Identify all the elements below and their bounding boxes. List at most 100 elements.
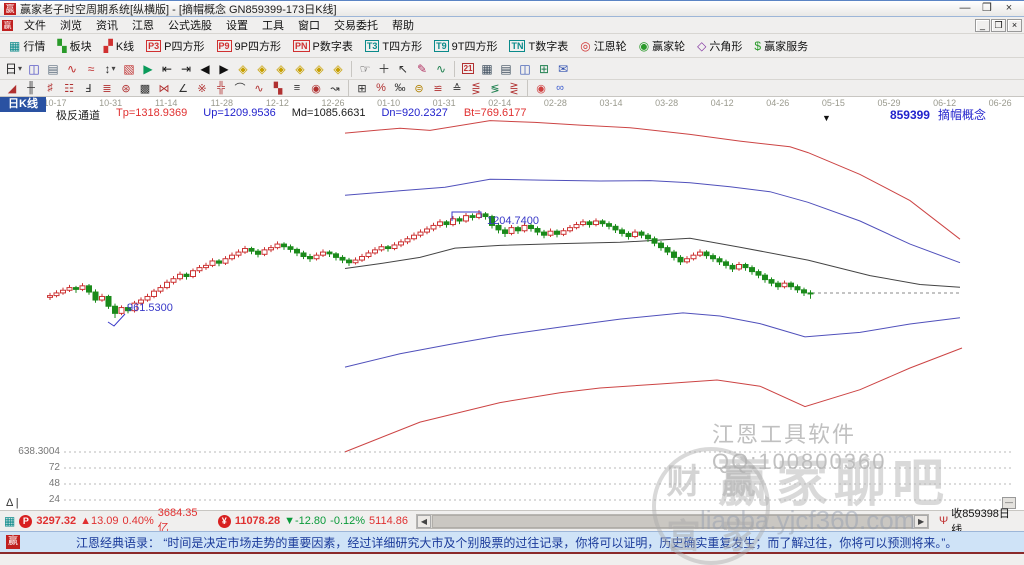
approx-icon[interactable]: ≌ — [429, 81, 447, 95]
estimate-icon[interactable]: ≙ — [448, 81, 466, 95]
menu-公式选股[interactable]: 公式选股 — [161, 16, 219, 34]
notes-icon[interactable]: ▤ — [497, 60, 515, 77]
grid-icon[interactable]: ▦ — [4, 514, 15, 528]
lines-icon[interactable]: ≡ — [288, 81, 306, 95]
mdi-close-button[interactable]: × — [1007, 18, 1022, 32]
scale-icon[interactable]: ↕ ▾ — [101, 60, 119, 77]
mdi-restore-button[interactable]: ❒ — [991, 18, 1006, 32]
gann-diamond-1[interactable]: ◈ — [234, 60, 252, 77]
trend2-icon[interactable]: ≈ — [82, 60, 100, 77]
scroll-delta-mark[interactable]: Δ | — [6, 497, 19, 509]
first-bar-icon[interactable]: ⇤ — [158, 60, 176, 77]
last-bar-icon[interactable]: ⇥ — [177, 60, 195, 77]
hand-tool-icon[interactable]: ☞ — [356, 60, 374, 77]
gann-diamond-5[interactable]: ◈ — [310, 60, 328, 77]
horizontal-scrollbar[interactable]: ◀ ▶ — [415, 513, 930, 529]
calculator-icon[interactable]: ▦ — [478, 60, 496, 77]
menu-交易委托[interactable]: 交易委托 — [327, 16, 385, 34]
mail-icon[interactable]: ✉ — [554, 60, 572, 77]
p9-square-button[interactable]: P9 9P四方形 — [212, 36, 286, 56]
circle-tool-icon[interactable]: ⊛ — [117, 81, 135, 95]
block-icon[interactable]: ▚ — [269, 81, 287, 95]
cross-tool-icon[interactable]: ＋ — [375, 60, 393, 77]
grid-tool-icon[interactable]: ♯ — [41, 81, 59, 95]
restore-button[interactable]: ❒ — [976, 2, 998, 16]
hexagon-button[interactable]: ◇ 六角形 — [692, 36, 747, 56]
pen-tool-icon[interactable]: ✎ — [413, 60, 431, 77]
winner-service-button[interactable]: $ 赢家服务 — [749, 36, 813, 56]
menu-浏览[interactable]: 浏览 — [53, 16, 89, 34]
infinity-icon[interactable]: ∞ — [551, 81, 569, 95]
angle-line-icon[interactable]: ◢ — [3, 81, 21, 95]
close-button[interactable]: × — [998, 2, 1020, 16]
info-panel-icon[interactable]: ▤ — [44, 60, 62, 77]
t9-square-button[interactable]: T9 9T四方形 — [429, 36, 502, 56]
fan-line-icon[interactable]: ╫ — [22, 81, 40, 95]
gann-wheel-button[interactable]: ◎ 江恩轮 — [575, 36, 631, 56]
axis-label: 638.3004 — [18, 446, 60, 457]
quote-button[interactable]: ▦ 行情 — [4, 36, 50, 56]
p-number-button[interactable]: PN P数字表 — [288, 36, 358, 56]
scroll-right-icon[interactable]: ▶ — [914, 514, 929, 528]
percent-icon[interactable]: % — [372, 81, 390, 95]
sector-button[interactable]: ▚ 板块 — [52, 36, 96, 56]
t-number-button[interactable]: TN T数字表 — [504, 36, 573, 56]
save-icon[interactable]: ◫ — [516, 60, 534, 77]
f-tool-icon[interactable]: Ⅎ — [79, 81, 97, 95]
calendar-icon[interactable]: 21 — [459, 60, 477, 77]
squiggle-icon[interactable]: ↝ — [326, 81, 344, 95]
t-square-button[interactable]: T3 T四方形 — [360, 36, 427, 56]
pointer-tool-icon[interactable]: ↖ — [394, 60, 412, 77]
kline-style-icon[interactable]: ◫ — [25, 60, 43, 77]
period-selector[interactable]: 日 ▾ — [3, 60, 24, 77]
gann-diamond-2[interactable]: ◈ — [253, 60, 271, 77]
gtrless-icon[interactable]: ≶ — [486, 81, 504, 95]
prev-bar-icon[interactable]: ◀ — [196, 60, 214, 77]
chart-canvas[interactable]: 10-17 10-31 11-14 11-28 12-12 12-26 01-10 01-31… — [0, 97, 1024, 565]
p-square-button[interactable]: P3 P四方形 — [141, 36, 209, 56]
lessgtr-icon[interactable]: ⋚ — [467, 81, 485, 95]
levels-icon[interactable]: ≣ — [98, 81, 116, 95]
overlay-icon[interactable]: ▧ — [120, 60, 138, 77]
trigram-icon[interactable]: ☷ — [60, 81, 78, 95]
next-bar-icon[interactable]: ▶ — [215, 60, 233, 77]
trend-icon[interactable]: ∿ — [63, 60, 81, 77]
circle-eq-icon[interactable]: ⊜ — [410, 81, 428, 95]
menu-文件[interactable]: 文件 — [17, 16, 53, 34]
mdi-minimize-button[interactable]: _ — [975, 18, 990, 32]
menu-窗口[interactable]: 窗口 — [291, 16, 327, 34]
ref-mark-icon[interactable]: ※ — [193, 81, 211, 95]
kline-button[interactable]: ▞ K线 — [99, 36, 140, 56]
menu-资讯[interactable]: 资讯 — [89, 16, 125, 34]
menu-设置[interactable]: 设置 — [219, 16, 255, 34]
arc-tool-icon[interactable]: ⌒ — [231, 81, 249, 95]
scrollbar-thumb[interactable] — [431, 514, 914, 528]
gann-diamond-6[interactable]: ◈ — [329, 60, 347, 77]
menu-帮助[interactable]: 帮助 — [385, 16, 421, 34]
menu-江恩[interactable]: 江恩 — [125, 16, 161, 34]
tab-daily-kline[interactable]: 日K线 — [0, 97, 46, 112]
scroll-left-icon[interactable]: ◀ — [416, 514, 431, 528]
ratio-grid-icon[interactable]: ⊞ — [353, 81, 371, 95]
wave2-icon[interactable]: ∿ — [250, 81, 268, 95]
flag-icon[interactable]: ▶ — [139, 60, 157, 77]
app-logo-icon: 赢 — [4, 2, 16, 15]
cross-grid-icon[interactable]: ╬ — [212, 81, 230, 95]
gann-wheel-button-icon: ◎ — [580, 38, 591, 53]
red-ball-icon[interactable]: ◉ — [532, 81, 550, 95]
bowtie-icon[interactable]: ⋈ — [155, 81, 173, 95]
gann-diamond-4[interactable]: ◈ — [291, 60, 309, 77]
gtreq-icon[interactable]: ⋛ — [505, 81, 523, 95]
menu-工具[interactable]: 工具 — [255, 16, 291, 34]
angle2-icon[interactable]: ∠ — [174, 81, 192, 95]
target-icon[interactable]: ◉ — [307, 81, 325, 95]
gann-diamond-3[interactable]: ◈ — [272, 60, 290, 77]
minimize-button[interactable]: — — [954, 2, 976, 16]
winner-wheel-button[interactable]: ◉ 赢家轮 — [634, 36, 690, 56]
main-toolbar: ▦ 行情 ▚ 板块 ▞ K线 P3 P四方形 P9 9P四方形 PN P数字表 T3 T四方形 T9 9T四方… — [0, 34, 1024, 58]
shade-tool-icon[interactable]: ▩ — [136, 81, 154, 95]
wave-tool-icon[interactable]: ∿ — [432, 60, 450, 77]
export-icon[interactable]: ⊞ — [535, 60, 553, 77]
permille-icon[interactable]: ‰ — [391, 81, 409, 95]
legend-item: Dn=920.2327 — [381, 107, 448, 119]
